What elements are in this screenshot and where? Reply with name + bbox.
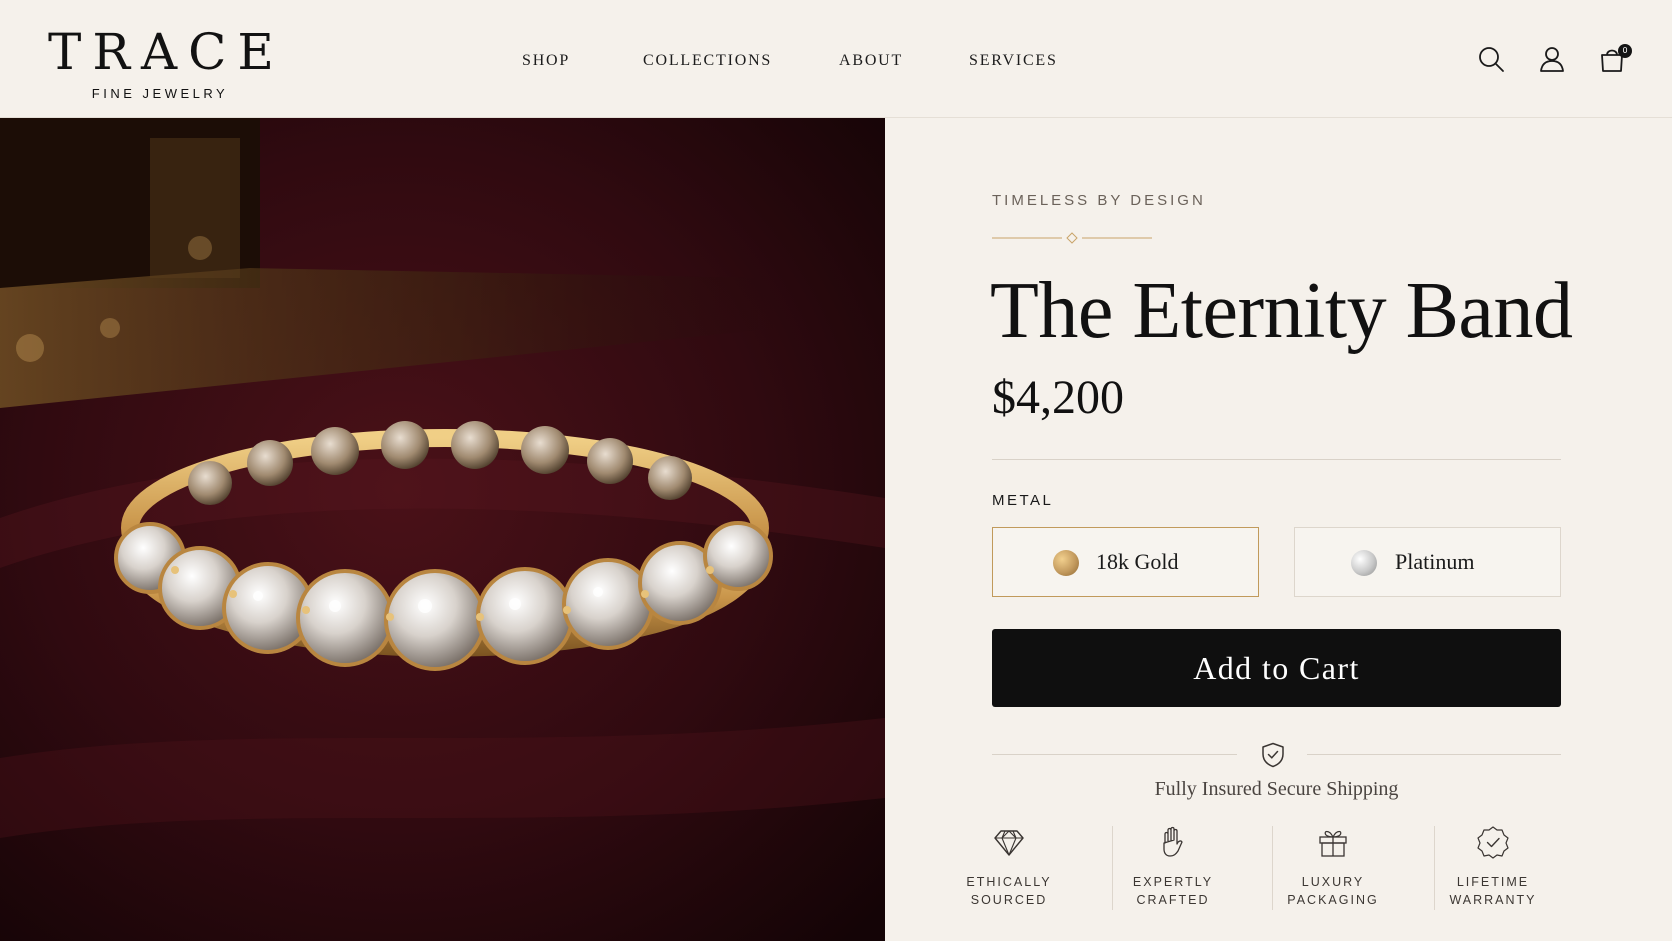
user-icon[interactable] — [1537, 44, 1567, 74]
divider — [992, 459, 1561, 460]
feature-expertly-crafted: EXPERTLY CRAFTED — [1093, 825, 1253, 909]
diamond-icon — [994, 830, 1024, 856]
shipping-text: Fully Insured Secure Shipping — [1154, 778, 1399, 800]
ring-photo — [0, 118, 885, 941]
feature-ethically-sourced: ETHICALLY SOURCED — [929, 825, 1089, 909]
gift-icon — [1319, 830, 1347, 857]
shield-check-icon — [1262, 742, 1284, 768]
nav-shop[interactable]: SHOP — [522, 52, 570, 70]
product-price: $4,200 — [992, 371, 1124, 424]
platinum-swatch — [1351, 550, 1377, 576]
feature-luxury-packaging: LUXURY PACKAGING — [1253, 825, 1413, 909]
feature-label: LUXURY PACKAGING — [1287, 875, 1379, 907]
search-icon[interactable] — [1476, 44, 1506, 74]
nav-services[interactable]: SERVICES — [969, 52, 1058, 70]
metal-label: METAL — [992, 492, 1054, 509]
main-nav: SHOP COLLECTIONS ABOUT SERVICES — [0, 0, 1672, 118]
gold-swatch — [1053, 550, 1079, 576]
metal-option-label: 18k Gold — [1096, 549, 1179, 574]
site-header: TRACE FINE JEWELRY SHOP COLLECTIONS ABOU… — [0, 0, 1672, 118]
nav-about[interactable]: ABOUT — [839, 52, 903, 70]
product-hero-image — [0, 118, 885, 941]
product-title: The Eternity Band — [990, 267, 1573, 355]
feature-label: EXPERTLY CRAFTED — [1132, 875, 1214, 907]
cart-count-badge: 0 — [1618, 44, 1632, 58]
ornament-divider — [992, 232, 1152, 244]
add-to-cart-button[interactable]: Add to Cart — [992, 629, 1561, 707]
metal-option-label: Platinum — [1395, 549, 1475, 574]
product-details-panel: TIMELESS BY DESIGN The Eternity Band $4,… — [885, 118, 1672, 941]
nav-collections[interactable]: COLLECTIONS — [643, 52, 772, 70]
feature-label: LIFETIME WARRANTY — [1449, 875, 1537, 907]
feature-label: ETHICALLY SOURCED — [966, 875, 1052, 907]
divider — [992, 754, 1237, 755]
divider — [1307, 754, 1561, 755]
hand-icon — [1163, 826, 1183, 857]
badge-check-icon — [1477, 826, 1509, 859]
metal-option-18k-gold[interactable]: 18k Gold — [992, 527, 1259, 597]
metal-option-platinum[interactable]: Platinum — [1294, 527, 1561, 597]
product-eyebrow: TIMELESS BY DESIGN — [992, 192, 1206, 209]
feature-lifetime-warranty: LIFETIME WARRANTY — [1413, 825, 1573, 909]
